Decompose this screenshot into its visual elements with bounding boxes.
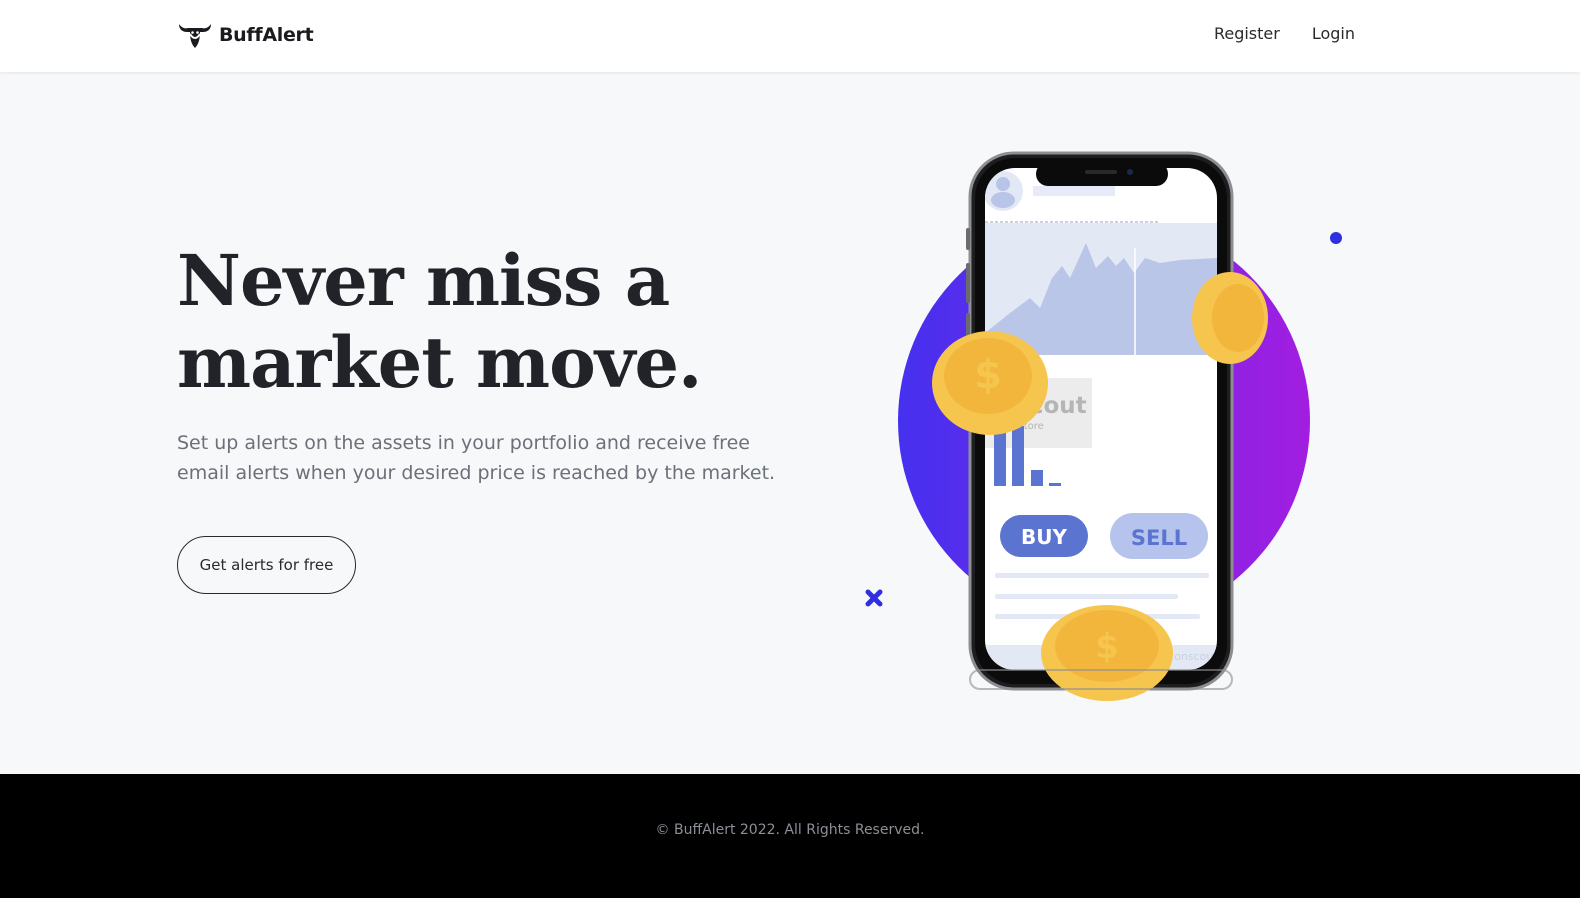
hero-title: Never miss a market move. bbox=[177, 240, 797, 404]
bar-2 bbox=[1012, 426, 1024, 486]
register-link[interactable]: Register bbox=[1214, 24, 1280, 43]
coin-icon bbox=[1192, 272, 1268, 364]
brand-logo-link[interactable]: BuffAlert bbox=[177, 20, 314, 50]
bar-1 bbox=[994, 430, 1006, 486]
bull-head-icon bbox=[179, 24, 211, 48]
hero-subtitle: Set up alerts on the assets in your port… bbox=[177, 432, 776, 484]
brand-name: BuffAlert bbox=[219, 24, 314, 46]
hero-title-line-1: Never miss a bbox=[177, 239, 670, 322]
decorative-cross-icon bbox=[865, 589, 883, 607]
hero-title-line-2: market move. bbox=[177, 321, 702, 404]
bar-3 bbox=[1031, 470, 1043, 486]
footer: © BuffAlert 2022. All Rights Reserved. bbox=[0, 774, 1580, 898]
coin-icon: $ bbox=[1041, 605, 1173, 701]
svg-text:$: $ bbox=[1095, 627, 1119, 667]
buy-label: BUY bbox=[1021, 525, 1067, 549]
decorative-dot bbox=[1330, 232, 1342, 244]
bar-4 bbox=[1049, 483, 1061, 486]
coin-icon: $ bbox=[932, 331, 1048, 435]
nav-links: Register Login bbox=[1182, 24, 1355, 43]
phone-trading-illustration: onscout Scout Store BUY SELL iconscout $… bbox=[865, 151, 1342, 701]
svg-text:$: $ bbox=[974, 352, 1002, 398]
copyright-text: © BuffAlert 2022. All Rights Reserved. bbox=[655, 822, 925, 838]
top-navbar: BuffAlert Register Login bbox=[0, 0, 1580, 72]
login-link[interactable]: Login bbox=[1312, 24, 1355, 43]
get-alerts-button[interactable]: Get alerts for free bbox=[177, 536, 356, 594]
sell-label: SELL bbox=[1131, 526, 1187, 550]
